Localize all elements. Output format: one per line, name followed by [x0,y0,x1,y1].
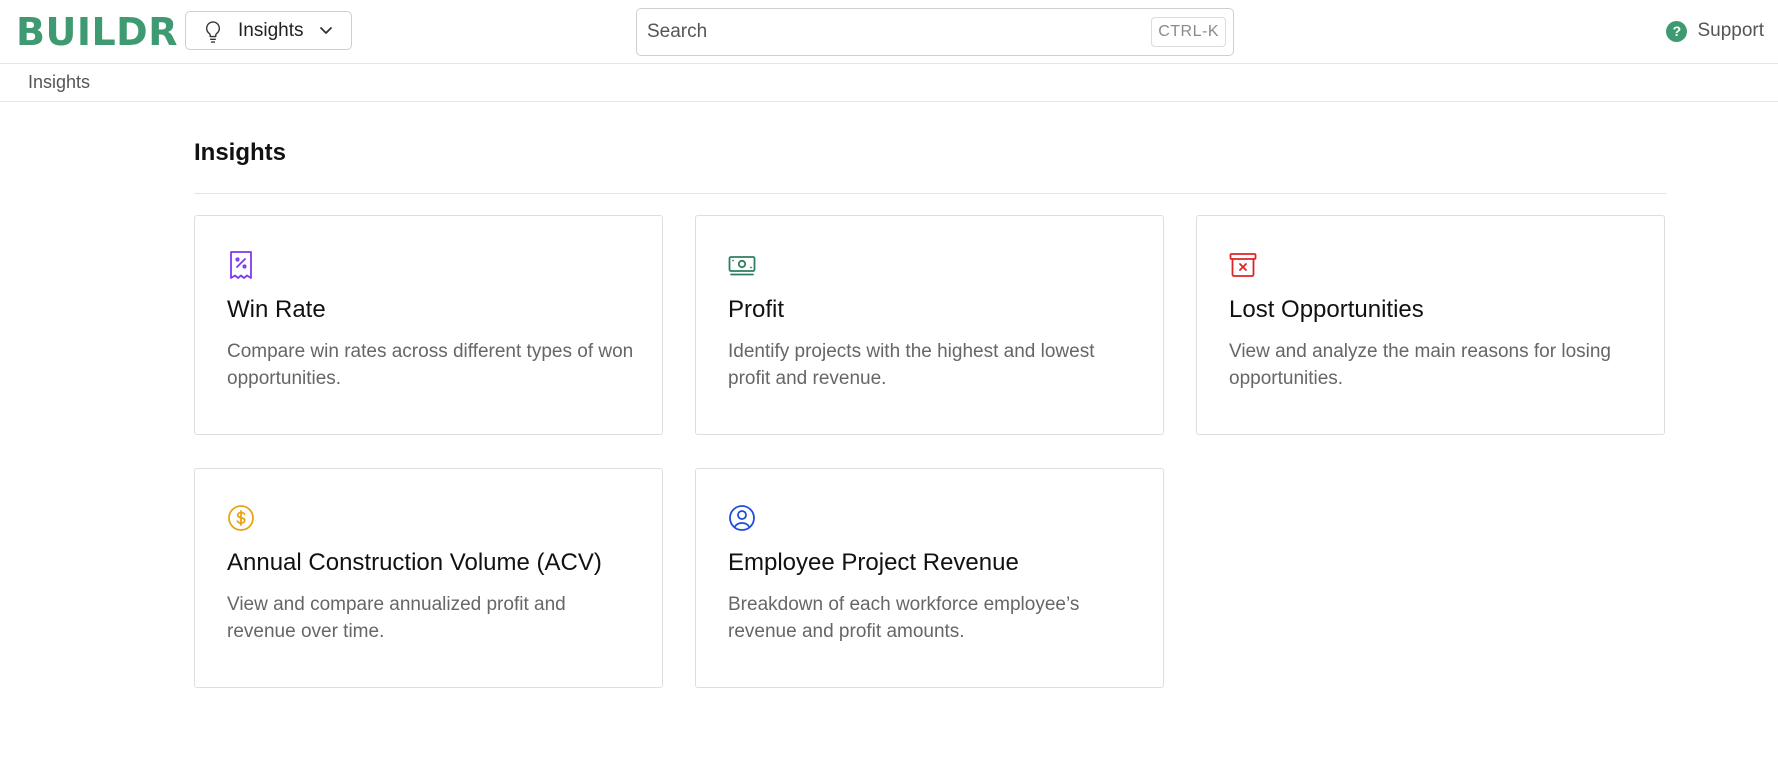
divider [194,193,1666,194]
breadcrumb-item-insights[interactable]: Insights [28,72,90,93]
chevron-down-icon [320,27,332,34]
search-box: CTRL-K [636,8,1234,56]
search-input[interactable] [647,17,1107,47]
insight-card-win-rate[interactable]: Win Rate Compare win rates across differ… [194,215,663,435]
module-switcher-label: Insights [238,20,304,41]
card-description: Identify projects with the highest and l… [728,341,1095,389]
currency-dollar-icon [228,505,254,531]
insight-card-profit[interactable]: Profit Identify projects with the highes… [695,215,1164,435]
card-description: View and analyze the main reasons for lo… [1229,341,1611,389]
card-description: Compare win rates across different types… [227,341,634,389]
insight-card-acv[interactable]: Annual Construction Volume (ACV) View an… [194,468,663,688]
top-bar: BUILDR Insights CTRL-K ? Support [0,0,1778,64]
support-link[interactable]: ? Support [1666,18,1764,44]
user-circle-icon [729,505,755,531]
breadcrumb: Insights [0,64,1778,102]
card-title: Employee Project Revenue [728,549,1019,576]
archive-box-x-icon [1229,253,1257,277]
insight-card-employee-project-revenue[interactable]: Employee Project Revenue Breakdown of ea… [695,468,1164,688]
card-title: Win Rate [227,296,326,323]
card-title: Lost Opportunities [1229,296,1424,323]
module-switcher-dropdown[interactable]: Insights [185,11,352,50]
card-title: Profit [728,296,785,323]
lightbulb-icon [205,21,221,43]
card-title: Annual Construction Volume (ACV) [227,549,602,576]
card-description: View and compare annualized profit and r… [227,594,566,642]
search-shortcut-badge: CTRL-K [1151,17,1226,47]
receipt-percent-icon [230,251,252,279]
insight-card-lost-opportunities[interactable]: Lost Opportunities View and analyze the … [1196,215,1665,435]
buildr-logo[interactable]: BUILDR [16,8,178,56]
support-label: Support [1697,20,1764,41]
banknotes-icon [728,256,756,276]
card-description: Breakdown of each workforce employee’s r… [728,594,1080,642]
help-circle-icon: ? [1666,20,1688,42]
page-title: Insights [194,139,287,166]
